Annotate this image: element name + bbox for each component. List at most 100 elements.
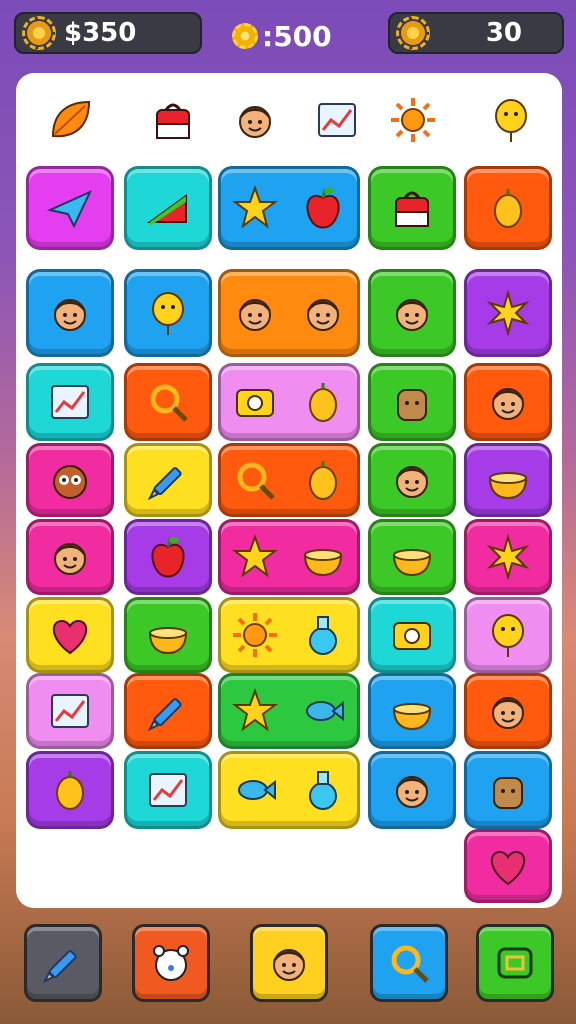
face-tool-button[interactable]	[250, 924, 328, 1002]
magnifier-icon	[383, 937, 435, 989]
game-tile[interactable]	[124, 269, 212, 357]
lemon-icon	[297, 454, 349, 506]
mango-icon	[297, 376, 349, 428]
game-tile[interactable]	[26, 443, 114, 517]
honey-pot-icon	[386, 531, 438, 583]
game-tile[interactable]	[464, 166, 552, 250]
pencil-icon	[142, 685, 194, 737]
console-icon	[386, 609, 438, 661]
magnifier-tool-button[interactable]	[370, 924, 448, 1002]
lemon-icon	[482, 182, 534, 234]
game-board	[16, 73, 562, 908]
puzzle-tool-button[interactable]	[476, 924, 554, 1002]
backpack-icon	[386, 182, 438, 234]
game-tile[interactable]	[464, 519, 552, 595]
game-tile[interactable]	[124, 166, 212, 250]
game-tile[interactable]	[218, 363, 360, 441]
score-value: :500	[262, 19, 332, 53]
mango-icon	[44, 764, 96, 816]
smiling-man-icon	[482, 685, 534, 737]
bear-tool-button[interactable]	[132, 924, 210, 1002]
money-value: $350	[64, 18, 137, 48]
game-tile[interactable]	[464, 597, 552, 673]
shopping-bag-icon	[142, 89, 204, 151]
game-tile[interactable]	[124, 363, 212, 441]
game-tile[interactable]	[464, 751, 552, 829]
game-tile[interactable]	[464, 829, 552, 903]
star-icon	[229, 182, 281, 234]
camera-icon	[229, 376, 281, 428]
score-display: :500	[232, 16, 332, 56]
game-tile[interactable]	[218, 597, 360, 673]
game-tile[interactable]	[464, 443, 552, 517]
sparkle-stars-icon	[482, 287, 534, 339]
boy-face-icon	[386, 454, 438, 506]
gear-icon	[22, 16, 56, 50]
game-tile[interactable]	[368, 269, 456, 357]
bowl-icon	[297, 531, 349, 583]
smiley-face-icon	[44, 531, 96, 583]
character-face-icon	[224, 89, 286, 151]
fish-icon	[229, 764, 281, 816]
timer-value: 30	[485, 18, 522, 48]
game-tile[interactable]	[464, 269, 552, 357]
game-tile[interactable]	[368, 519, 456, 595]
pencil-icon	[37, 937, 89, 989]
chart-icon	[142, 764, 194, 816]
ring-icon	[229, 454, 281, 506]
heart-icon	[482, 840, 534, 892]
bear-icon	[145, 937, 197, 989]
owl-icon	[44, 454, 96, 506]
star-icon	[229, 685, 281, 737]
game-tile[interactable]	[218, 269, 360, 357]
chart-icon	[44, 376, 96, 428]
game-tile[interactable]	[218, 519, 360, 595]
face-icon	[263, 937, 315, 989]
game-tile[interactable]	[26, 519, 114, 595]
gem-icon	[142, 376, 194, 428]
pudding-icon	[142, 609, 194, 661]
game-tile[interactable]	[464, 673, 552, 749]
game-tile[interactable]	[218, 166, 360, 250]
game-tile[interactable]	[26, 166, 114, 250]
frame-icon	[44, 685, 96, 737]
game-tile[interactable]	[368, 363, 456, 441]
game-tile[interactable]	[26, 597, 114, 673]
smiling-man-icon	[482, 376, 534, 428]
game-tile[interactable]	[464, 363, 552, 441]
game-tile[interactable]	[26, 751, 114, 829]
game-tile[interactable]	[218, 673, 360, 749]
heart-icon	[44, 609, 96, 661]
game-tile[interactable]	[368, 673, 456, 749]
picture-frame-icon	[306, 89, 368, 151]
pot-icon	[386, 685, 438, 737]
pencil-tool-button[interactable]	[24, 924, 102, 1002]
game-tile[interactable]	[124, 751, 212, 829]
sun-icon	[382, 89, 444, 151]
game-tile[interactable]	[26, 673, 114, 749]
game-tile[interactable]	[368, 597, 456, 673]
leaf-icon	[40, 89, 102, 151]
game-tile[interactable]	[218, 443, 360, 517]
game-tile[interactable]	[218, 751, 360, 829]
red-wedge-icon	[142, 182, 194, 234]
game-tile[interactable]	[124, 597, 212, 673]
money-display: $350	[14, 12, 202, 54]
puzzle-icon	[489, 937, 541, 989]
fish-icon	[297, 685, 349, 737]
apple-icon	[297, 182, 349, 234]
game-tile[interactable]	[26, 363, 114, 441]
strawberry-icon	[142, 531, 194, 583]
gear-icon	[232, 23, 258, 49]
game-tile[interactable]	[368, 751, 456, 829]
game-tile[interactable]	[368, 443, 456, 517]
game-tile[interactable]	[124, 519, 212, 595]
game-tile[interactable]	[124, 673, 212, 749]
game-tile[interactable]	[124, 443, 212, 517]
game-tile[interactable]	[26, 269, 114, 357]
balloon-icon	[480, 89, 542, 151]
game-tile[interactable]	[368, 166, 456, 250]
potion-icon	[297, 764, 349, 816]
plant-pot-icon	[482, 764, 534, 816]
balloon-icon	[142, 287, 194, 339]
